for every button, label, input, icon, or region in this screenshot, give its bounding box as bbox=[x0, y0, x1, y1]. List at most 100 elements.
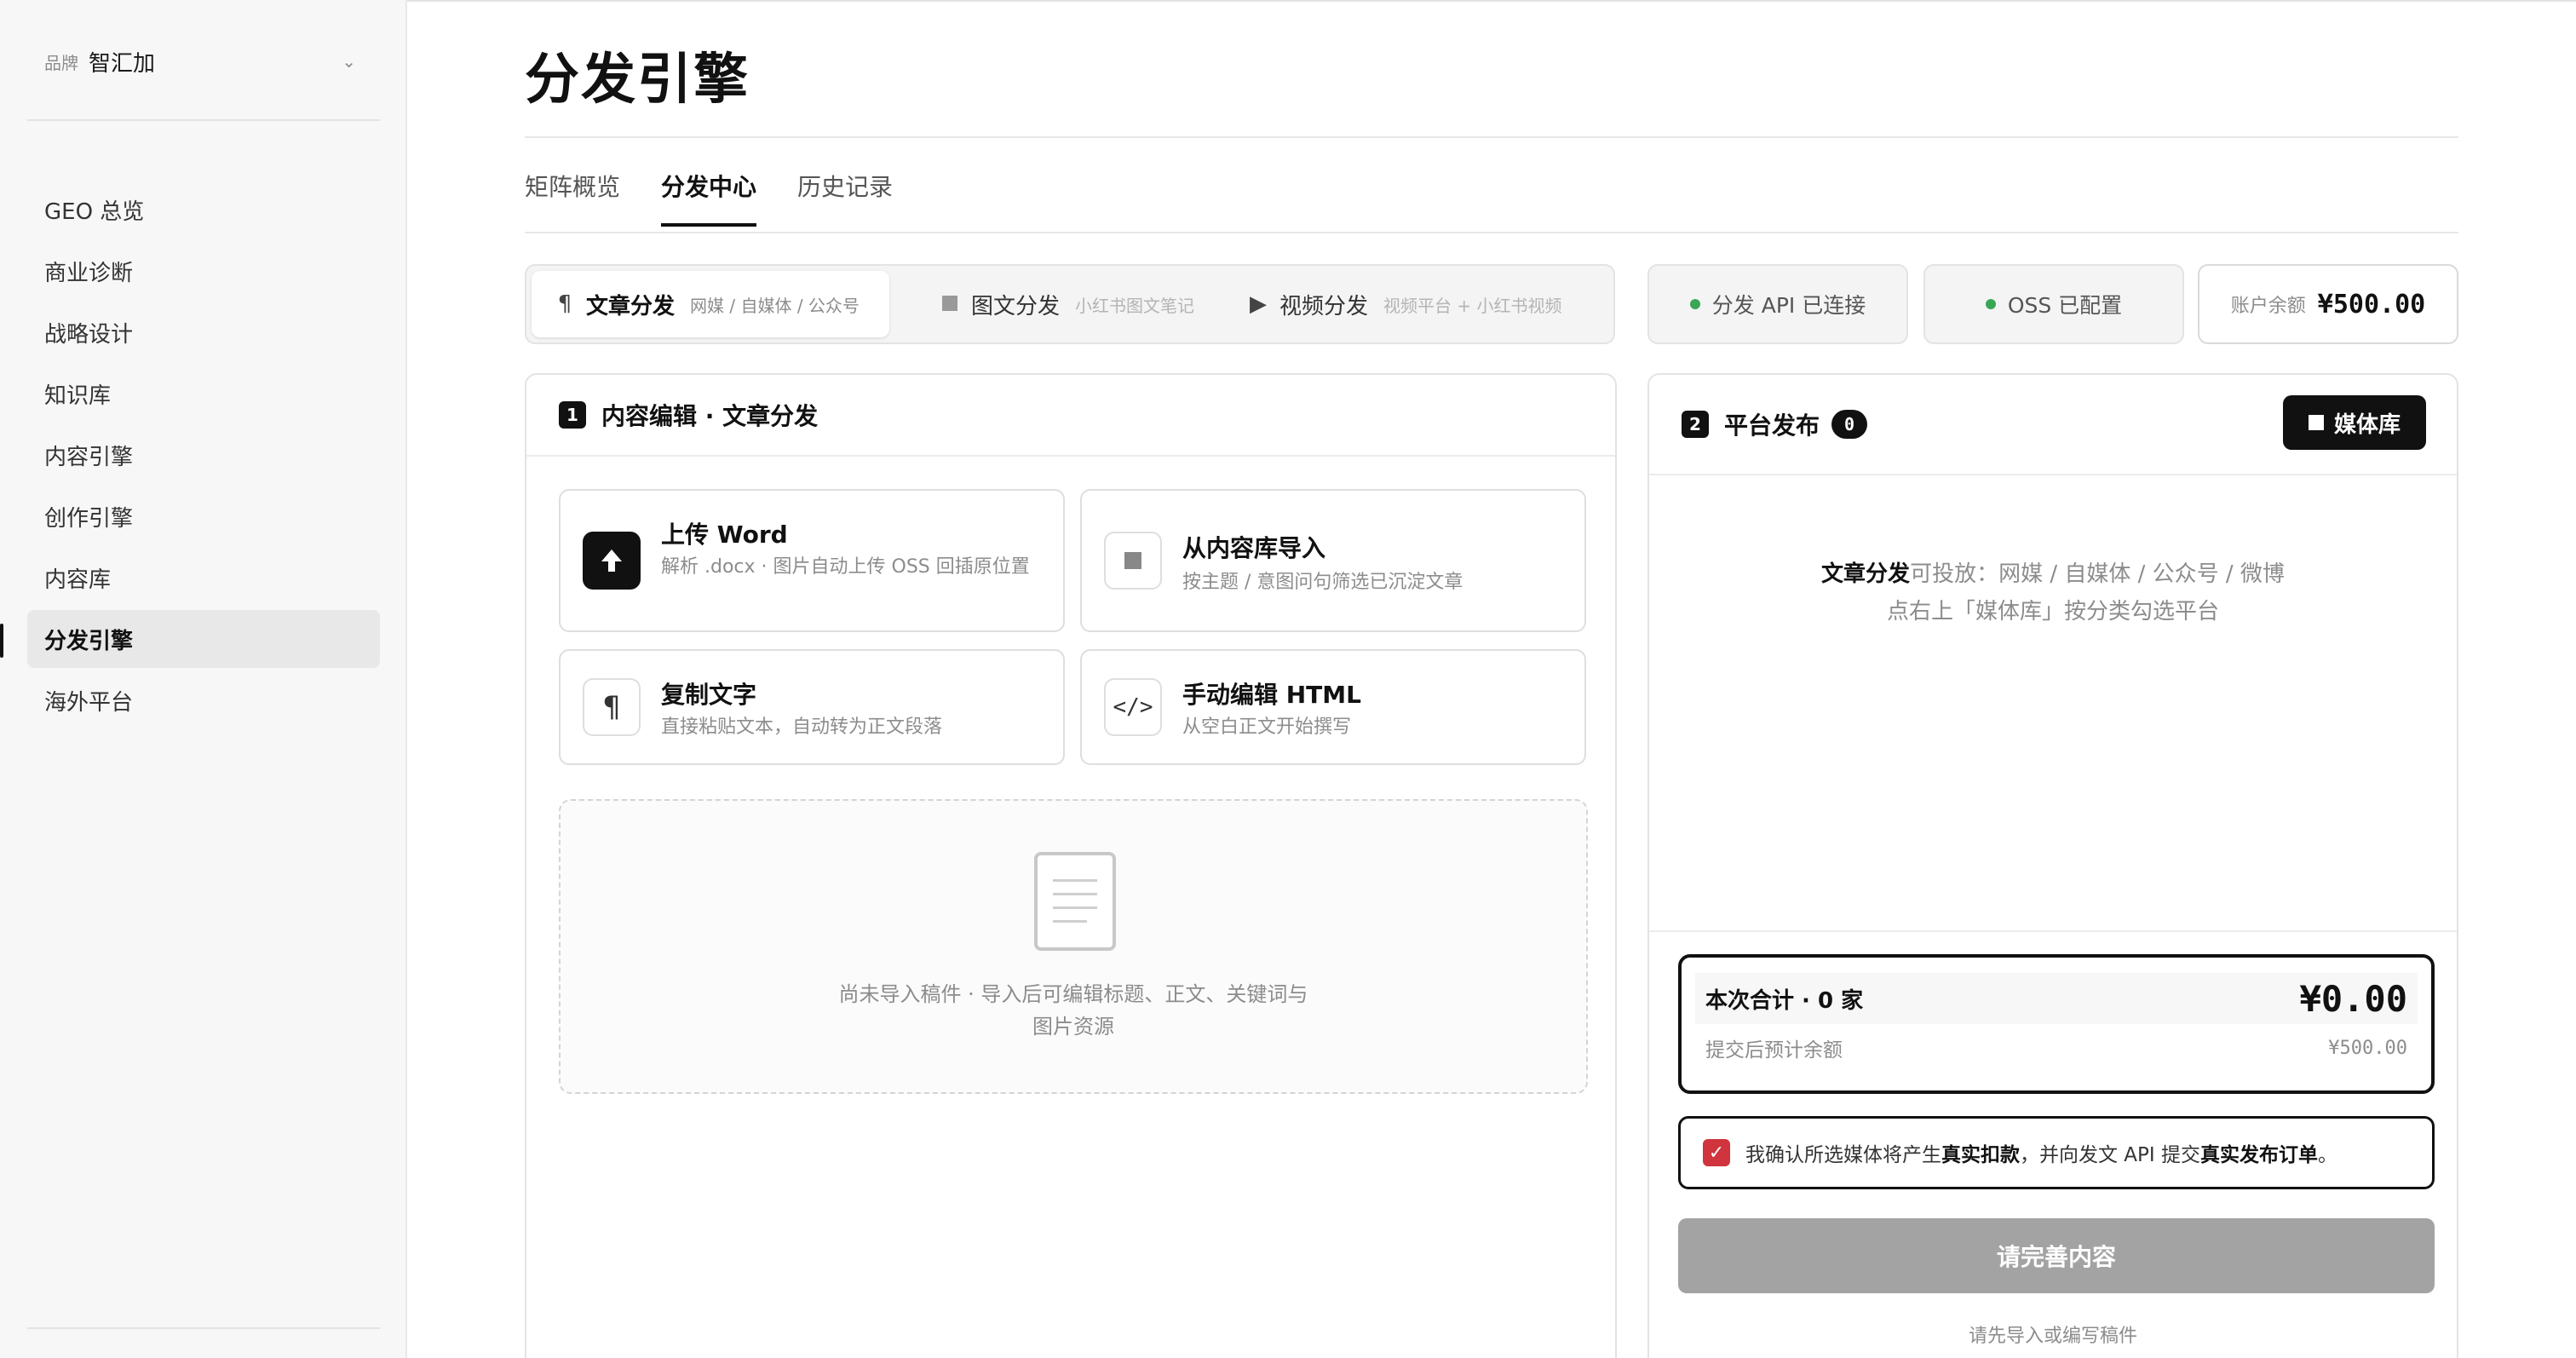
sidebar-item-label: 内容引擎 bbox=[44, 444, 134, 470]
mode-tab-image-text[interactable]: 图文分发 小红书图文笔记 bbox=[889, 271, 1230, 337]
pilcrow-icon: ¶ bbox=[557, 291, 572, 317]
sidebar-item-label: 战略设计 bbox=[44, 321, 134, 348]
estimated-balance-value: ¥500.00 bbox=[2328, 1037, 2407, 1059]
hint-platforms: 可投放：网媒 / 自媒体 / 公众号 / 微博 bbox=[1910, 561, 2285, 587]
api-status-text: 分发 API 已连接 bbox=[1711, 293, 1866, 318]
balance-label: 账户余额 bbox=[2230, 296, 2306, 317]
tabs-divider bbox=[525, 232, 2458, 233]
status-dot-icon bbox=[1985, 299, 1996, 309]
confirm-text: 我确认所选媒体将产生真实扣款，并向发文 API 提交真实发布订单。 bbox=[1745, 1144, 2338, 1166]
document-icon bbox=[1034, 852, 1116, 951]
library-icon bbox=[2308, 415, 2324, 430]
charge-confirmation[interactable]: ✓ 我确认所选媒体将产生真实扣款，并向发文 API 提交真实发布订单。 bbox=[1678, 1116, 2435, 1189]
sidebar-item-geo-overview[interactable]: GEO 总览 bbox=[27, 181, 380, 239]
account-balance-pill: 账户余额 ¥500.00 bbox=[2198, 264, 2458, 344]
sidebar-item-label: GEO 总览 bbox=[44, 199, 145, 225]
order-total-box: 本次合计 · 0 家 ¥0.00 提交后预计余额 ¥500.00 bbox=[1678, 954, 2435, 1094]
mode-subtitle: 网媒 / 自媒体 / 公众号 bbox=[690, 295, 860, 316]
brand-selector[interactable]: 品牌 智汇加 ⌄ bbox=[44, 43, 363, 80]
platform-publish-panel: 2 平台发布 0 媒体库 文章分发可投放：网媒 / 自媒体 / 公众号 / 微博… bbox=[1647, 373, 2458, 1358]
sidebar-item-label: 内容库 bbox=[44, 567, 112, 593]
option-description: 从空白正文开始撰写 bbox=[1182, 716, 1352, 738]
panel-title: 平台发布 bbox=[1724, 411, 1820, 440]
tab-distribution-center[interactable]: 分发中心 bbox=[661, 169, 757, 227]
top-border bbox=[407, 0, 2576, 2]
library-icon bbox=[1104, 532, 1162, 590]
mode-subtitle: 小红书图文笔记 bbox=[1075, 295, 1195, 316]
page-title: 分发引擎 bbox=[525, 49, 750, 112]
sidebar-item-label: 商业诊断 bbox=[44, 260, 134, 286]
main-content: 分发引擎 矩阵概览 分发中心 历史记录 ¶ 文章分发 网媒 / 自媒体 / 公众… bbox=[407, 0, 2576, 1358]
sidebar-item-content-library[interactable]: 内容库 bbox=[27, 549, 380, 607]
sidebar-item-label: 海外平台 bbox=[44, 689, 134, 716]
sidebar-item-content-engine[interactable]: 内容引擎 bbox=[27, 426, 380, 484]
empty-draft-area: 尚未导入稿件 · 导入后可编辑标题、正文、关键词与 图片资源 bbox=[559, 799, 1588, 1094]
distribution-mode-switcher: ¶ 文章分发 网媒 / 自媒体 / 公众号 图文分发 小红书图文笔记 ▶ 视频分… bbox=[525, 264, 1615, 344]
option-title: 上传 Word bbox=[661, 521, 788, 549]
empty-draft-text: 尚未导入稿件 · 导入后可编辑标题、正文、关键词与 图片资源 bbox=[561, 978, 1586, 1044]
panel-title: 内容编辑 · 文章分发 bbox=[601, 402, 819, 430]
active-nav-marker bbox=[0, 624, 3, 658]
image-icon bbox=[940, 291, 959, 317]
oss-status-text: OSS 已配置 bbox=[2007, 293, 2123, 318]
option-description: 解析 .docx · 图片自动上传 OSS 回插原位置 bbox=[661, 556, 1030, 578]
pilcrow-icon: ¶ bbox=[583, 678, 641, 736]
option-title: 从内容库导入 bbox=[1182, 534, 1326, 562]
code-icon: </> bbox=[1104, 678, 1162, 736]
mode-tab-article[interactable]: ¶ 文章分发 网媒 / 自媒体 / 公众号 bbox=[532, 271, 889, 337]
estimated-balance-label: 提交后预计余额 bbox=[1705, 1039, 1843, 1062]
mode-label: 视频分发 bbox=[1279, 293, 1369, 319]
brand-name: 智汇加 bbox=[89, 50, 156, 77]
sidebar-item-label: 分发引擎 bbox=[44, 628, 134, 654]
panel-header: 2 平台发布 0 媒体库 bbox=[1649, 375, 2457, 475]
status-dot-icon bbox=[1689, 299, 1700, 309]
total-label: 本次合计 · 0 家 bbox=[1705, 987, 1864, 1014]
tab-matrix-overview[interactable]: 矩阵概览 bbox=[525, 169, 620, 220]
submit-hint: 请先导入或编写稿件 bbox=[1968, 1326, 2137, 1347]
option-description: 直接粘贴文本，自动转为正文段落 bbox=[661, 716, 943, 738]
page-tabs: 矩阵概览 分发中心 历史记录 bbox=[525, 169, 934, 227]
step-badge: 1 bbox=[559, 401, 586, 429]
sidebar-item-overseas-platforms[interactable]: 海外平台 bbox=[27, 671, 380, 729]
sidebar-item-strategy[interactable]: 战略设计 bbox=[27, 303, 380, 361]
sidebar-item-business-diagnosis[interactable]: 商业诊断 bbox=[27, 242, 380, 300]
api-status-pill: 分发 API 已连接 bbox=[1647, 264, 1908, 344]
hint-mode: 文章分发 bbox=[1821, 561, 1911, 587]
publish-hint: 文章分发可投放：网媒 / 自媒体 / 公众号 / 微博 点右上「媒体库」按分类勾… bbox=[1649, 555, 2457, 630]
title-divider bbox=[525, 136, 2458, 138]
confirm-checkbox[interactable]: ✓ bbox=[1703, 1139, 1730, 1166]
sidebar-item-knowledge-base[interactable]: 知识库 bbox=[27, 365, 380, 423]
brand-label: 品牌 bbox=[44, 52, 78, 73]
option-title: 复制文字 bbox=[661, 681, 757, 709]
total-value: ¥0.00 bbox=[2299, 977, 2407, 1020]
sidebar-item-creation-engine[interactable]: 创作引擎 bbox=[27, 487, 380, 545]
empty-draft-line: 尚未导入稿件 · 导入后可编辑标题、正文、关键词与 bbox=[838, 982, 1308, 1006]
media-library-label: 媒体库 bbox=[2333, 411, 2401, 438]
option-description: 按主题 / 意图问句筛选已沉淀文章 bbox=[1182, 572, 1463, 593]
sidebar-bottom-divider bbox=[27, 1327, 380, 1329]
sidebar-item-distribution-engine[interactable]: 分发引擎 bbox=[27, 610, 380, 668]
oss-status-pill: OSS 已配置 bbox=[1923, 264, 2184, 344]
sidebar-nav: GEO 总览 商业诊断 战略设计 知识库 内容引擎 创作引擎 内容库 分发引擎 … bbox=[27, 181, 380, 733]
sidebar-divider bbox=[27, 119, 380, 121]
panel-header: 1 内容编辑 · 文章分发 bbox=[526, 375, 1615, 457]
tab-history[interactable]: 历史记录 bbox=[797, 169, 893, 220]
manual-html-edit-button[interactable]: </> 手动编辑 HTML 从空白正文开始撰写 bbox=[1080, 649, 1586, 765]
summary-divider bbox=[1649, 930, 2457, 932]
media-library-button[interactable]: 媒体库 bbox=[2283, 395, 2426, 450]
mode-label: 文章分发 bbox=[586, 293, 676, 319]
submit-button[interactable]: 请完善内容 bbox=[1678, 1218, 2435, 1293]
mode-subtitle: 视频平台 + 小红书视频 bbox=[1383, 295, 1562, 316]
sidebar: 品牌 智汇加 ⌄ GEO 总览 商业诊断 战略设计 知识库 内容引擎 创作引擎 … bbox=[0, 0, 407, 1358]
selected-count-badge: 0 bbox=[1831, 410, 1868, 439]
mode-tab-video[interactable]: ▶ 视频分发 视频平台 + 小红书视频 bbox=[1230, 271, 1605, 337]
sidebar-item-label: 知识库 bbox=[44, 383, 112, 409]
empty-draft-line: 图片资源 bbox=[1032, 1015, 1114, 1039]
import-from-library-button[interactable]: 从内容库导入 按主题 / 意图问句筛选已沉淀文章 bbox=[1080, 489, 1586, 632]
paste-text-button[interactable]: ¶ 复制文字 直接粘贴文本，自动转为正文段落 bbox=[559, 649, 1065, 765]
sidebar-item-label: 创作引擎 bbox=[44, 505, 134, 532]
hint-instruction: 点右上「媒体库」按分类勾选平台 bbox=[1886, 599, 2219, 625]
step-badge: 2 bbox=[1682, 411, 1709, 438]
upload-word-button[interactable]: 上传 Word 解析 .docx · 图片自动上传 OSS 回插原位置 bbox=[559, 489, 1065, 632]
mode-label: 图文分发 bbox=[971, 293, 1061, 319]
